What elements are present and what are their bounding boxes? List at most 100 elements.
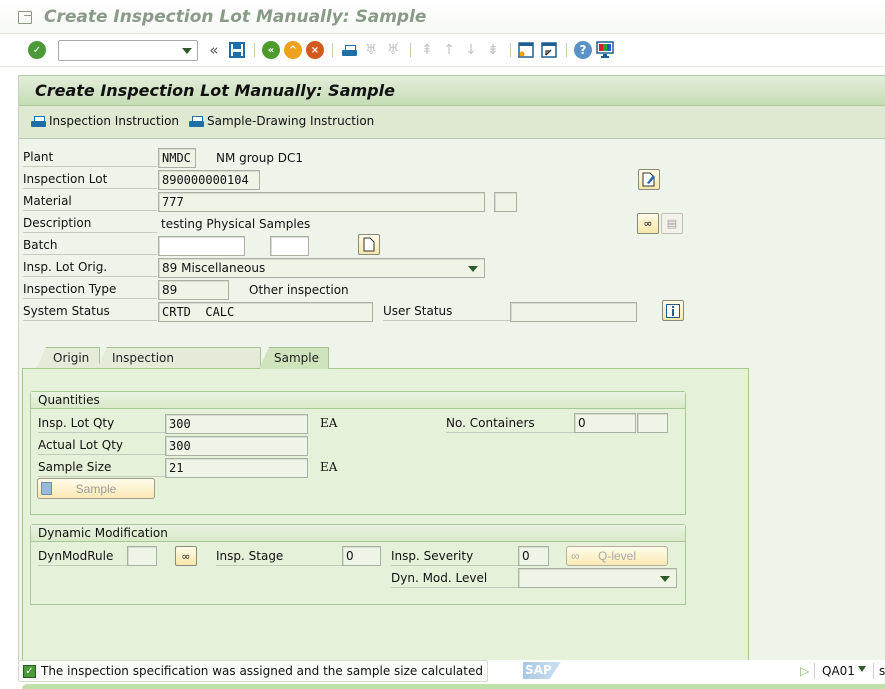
edit-long-text-button[interactable]: [638, 169, 660, 190]
copy-button: ▤: [661, 213, 683, 234]
enter-icon[interactable]: ✓: [28, 41, 46, 59]
window-title: Create Inspection Lot Manually: Sample: [44, 7, 427, 27]
insp-lot-qty-label: Insp. Lot Qty: [38, 414, 165, 433]
button-label: Q-level: [597, 549, 636, 563]
plant-description: NM group DC1: [216, 151, 304, 165]
material-field[interactable]: 777: [158, 192, 485, 212]
command-field[interactable]: [58, 40, 198, 61]
selected-value: 89 Miscellaneous: [162, 261, 266, 275]
find-next-icon: ♅: [386, 42, 400, 58]
tab-label: Origin: [53, 351, 90, 365]
button-label: Sample-Drawing Instruction: [207, 114, 375, 128]
plant-label: Plant: [23, 148, 157, 167]
dyn-mod-level-dropdown[interactable]: [518, 568, 677, 588]
dynamic-modification-group: Dynamic Modification DynModRule ∞ Insp. …: [30, 524, 686, 605]
material-label: Material: [23, 192, 157, 211]
inspection-lot-field[interactable]: 890000000104: [158, 170, 260, 190]
q-level-button[interactable]: ∞ Q-level: [566, 546, 668, 566]
inspection-type-label: Inspection Type: [23, 280, 157, 299]
chevron-down-icon[interactable]: [182, 48, 192, 54]
status-info-button[interactable]: [662, 300, 684, 321]
sap-logo: SAP: [523, 662, 561, 679]
tab-label: Sample: [274, 351, 319, 365]
tab-origin[interactable]: Origin: [36, 347, 100, 369]
plant-field[interactable]: NMDC: [158, 148, 196, 168]
first-page-icon: ⇞: [421, 42, 433, 58]
success-check-icon: ✓: [23, 664, 36, 678]
quantities-group: Quantities Insp. Lot Qty 300 EA No. Cont…: [30, 391, 686, 515]
find-icon: ♅: [364, 42, 378, 58]
collapse-icon[interactable]: «: [205, 41, 223, 59]
next-page-icon: ↓: [465, 42, 477, 58]
application-toolbar: Inspection Instruction Sample-Drawing In…: [19, 106, 885, 139]
actual-lot-qty-field[interactable]: 300: [165, 436, 308, 456]
screen-header: Create Inspection Lot Manually: Sample: [19, 75, 885, 106]
description-label: Description: [23, 214, 157, 233]
main-area: Create Inspection Lot Manually: Sample I…: [18, 75, 885, 663]
insp-lot-qty-unit: EA: [320, 416, 338, 430]
dyn-mod-level-label: Dyn. Mod. Level: [391, 569, 518, 588]
insp-severity-field[interactable]: 0: [518, 546, 549, 566]
description-value: testing Physical Samples: [161, 217, 311, 231]
cancel-icon[interactable]: ×: [306, 41, 324, 59]
insp-stage-field[interactable]: 0: [342, 546, 381, 566]
sample-size-unit: EA: [320, 460, 338, 474]
title-bar: Create Inspection Lot Manually: Sample: [0, 0, 885, 34]
dynamic-modification-title: Dynamic Modification: [31, 525, 685, 542]
display-dyn-mod-rule-button[interactable]: ∞: [175, 546, 197, 566]
sample-size-label: Sample Size: [38, 458, 165, 477]
system-status-field[interactable]: CRTD CALC: [158, 302, 373, 322]
glasses-icon: ∞: [571, 549, 580, 563]
sample-calculation-button[interactable]: Sample: [37, 478, 155, 499]
status-message[interactable]: ✓ The inspection specification was assig…: [18, 660, 488, 682]
transaction-code[interactable]: QA01: [822, 664, 855, 678]
no-containers-unit-field[interactable]: [637, 413, 668, 433]
sample-drawing-instruction-button[interactable]: Sample-Drawing Instruction: [189, 114, 374, 128]
page-title: Create Inspection Lot Manually: Sample: [35, 81, 395, 100]
back-icon[interactable]: «: [262, 41, 280, 59]
batch-second-field[interactable]: [270, 236, 309, 256]
system-info: s: [879, 664, 885, 678]
tab-inspection-specifications[interactable]: Inspection Specifications: [97, 347, 261, 369]
no-containers-field[interactable]: 0: [574, 413, 636, 433]
button-label: Sample: [75, 481, 117, 496]
print-icon[interactable]: [340, 41, 358, 59]
insp-lot-orig-dropdown[interactable]: 89 Miscellaneous: [158, 258, 485, 278]
chevron-down-icon[interactable]: [468, 266, 478, 272]
sample-size-field[interactable]: 21: [165, 458, 308, 478]
status-text: The inspection specification was assigne…: [41, 664, 483, 678]
system-toolbar: ✓ « « ^ × ♅ ♅ ⇞ ↑ ↓ ⇟ ?: [0, 35, 885, 67]
save-icon[interactable]: [228, 41, 246, 59]
insp-lot-orig-label: Insp. Lot Orig.: [23, 258, 157, 277]
chevron-down-icon[interactable]: [858, 666, 866, 672]
create-session-icon[interactable]: [517, 41, 535, 59]
batch-field[interactable]: [158, 236, 245, 256]
no-containers-label: No. Containers: [446, 414, 574, 433]
dyn-mod-rule-field[interactable]: [127, 546, 157, 566]
create-batch-button[interactable]: [358, 234, 380, 255]
material-extra-field[interactable]: [494, 192, 517, 212]
help-icon[interactable]: ?: [574, 41, 592, 59]
glasses-icon: ∞: [181, 549, 191, 563]
tab-sample[interactable]: Sample: [259, 347, 329, 369]
inspection-type-description: Other inspection: [249, 283, 349, 297]
customize-layout-icon[interactable]: [596, 41, 614, 59]
last-page-icon: ⇟: [487, 42, 499, 58]
inspection-instruction-button[interactable]: Inspection Instruction: [31, 114, 179, 128]
print-icon: [189, 115, 204, 127]
exit-screen-icon[interactable]: [18, 11, 32, 24]
system-status-label: System Status: [23, 302, 157, 321]
insp-stage-label: Insp. Stage: [216, 547, 342, 566]
inspection-type-field[interactable]: 89: [158, 280, 229, 300]
print-icon: [31, 115, 46, 127]
user-status-field[interactable]: [510, 302, 637, 322]
insp-lot-qty-field[interactable]: 300: [165, 414, 308, 434]
chevron-down-icon[interactable]: [660, 576, 670, 582]
exit-icon[interactable]: ^: [284, 41, 302, 59]
create-shortcut-icon[interactable]: [540, 41, 558, 59]
dyn-mod-rule-label: DynModRule: [38, 547, 127, 566]
user-status-label: User Status: [383, 302, 511, 321]
display-button[interactable]: ∞: [637, 213, 659, 234]
actual-lot-qty-label: Actual Lot Qty: [38, 436, 165, 455]
expand-status-icon[interactable]: ▷: [800, 664, 809, 678]
